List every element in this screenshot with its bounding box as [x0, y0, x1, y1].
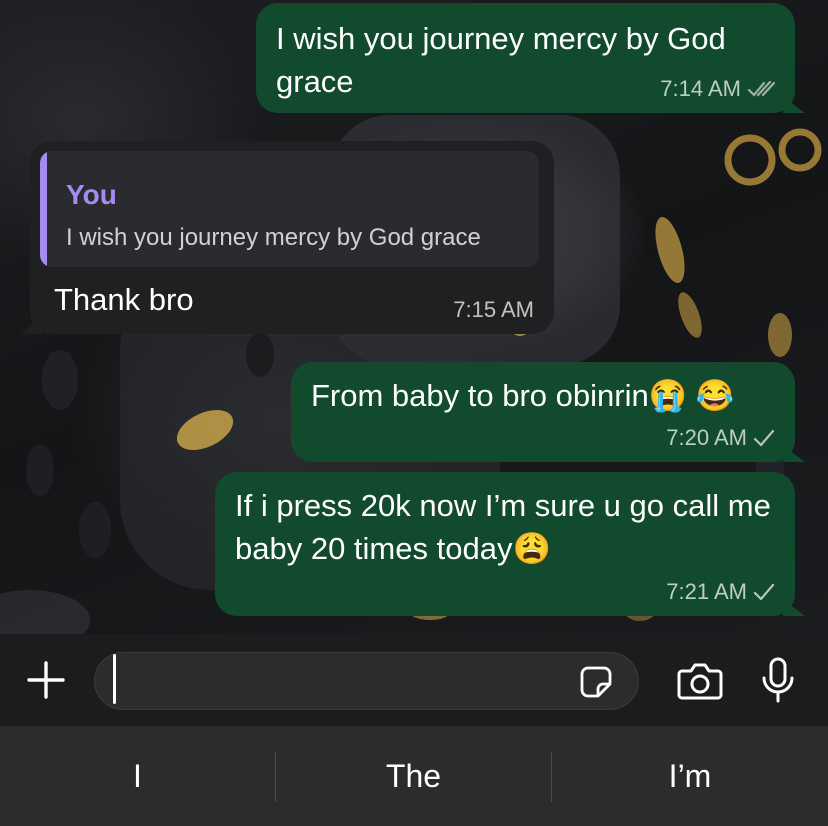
- message-input[interactable]: [94, 652, 639, 710]
- reply-quote[interactable]: You I wish you journey mercy by God grac…: [40, 151, 539, 267]
- message-composer: [0, 634, 828, 726]
- text-cursor: [113, 654, 116, 704]
- message-bubble-outgoing[interactable]: I wish you journey mercy by God grace 7:…: [256, 3, 805, 113]
- message-bubble-outgoing[interactable]: If i press 20k now I’m sure u go call me…: [215, 472, 805, 616]
- bubble-tail: [783, 91, 805, 113]
- camera-icon[interactable]: [674, 658, 726, 704]
- keyboard-suggestions: I The I’m: [0, 726, 828, 826]
- suggestion-item[interactable]: I: [0, 726, 275, 826]
- bubble-tail: [783, 440, 805, 462]
- single-check-icon: [753, 429, 775, 447]
- single-check-icon: [753, 583, 775, 601]
- suggestion-item[interactable]: I’m: [552, 726, 828, 826]
- quote-text: I wish you journey mercy by God grace: [66, 224, 481, 251]
- message-text: From baby to bro obinrin😭 😂: [311, 378, 735, 413]
- message-time: 7:15 AM: [453, 297, 534, 322]
- sticker-icon[interactable]: [574, 662, 618, 702]
- message-text: Thank bro: [54, 282, 194, 317]
- bubble-tail: [783, 594, 805, 616]
- quote-author: You: [66, 179, 117, 210]
- message-time: 7:21 AM: [666, 579, 747, 604]
- microphone-icon[interactable]: [754, 654, 802, 708]
- chat-background: I wish you journey mercy by God grace 7:…: [0, 0, 828, 634]
- message-time: 7:14 AM: [660, 76, 741, 101]
- plus-icon[interactable]: [22, 656, 70, 704]
- double-check-icon: [747, 80, 775, 98]
- bubble-tail: [20, 312, 42, 334]
- message-bubble-incoming[interactable]: You I wish you journey mercy by God grac…: [20, 141, 554, 334]
- message-time: 7:20 AM: [666, 425, 747, 450]
- message-bubble-outgoing[interactable]: From baby to bro obinrin😭 😂 7:20 AM: [291, 362, 805, 462]
- message-text: If i press 20k now I’m sure u go call me…: [235, 488, 771, 566]
- quote-accent-bar: [40, 151, 47, 267]
- suggestion-item[interactable]: The: [276, 726, 551, 826]
